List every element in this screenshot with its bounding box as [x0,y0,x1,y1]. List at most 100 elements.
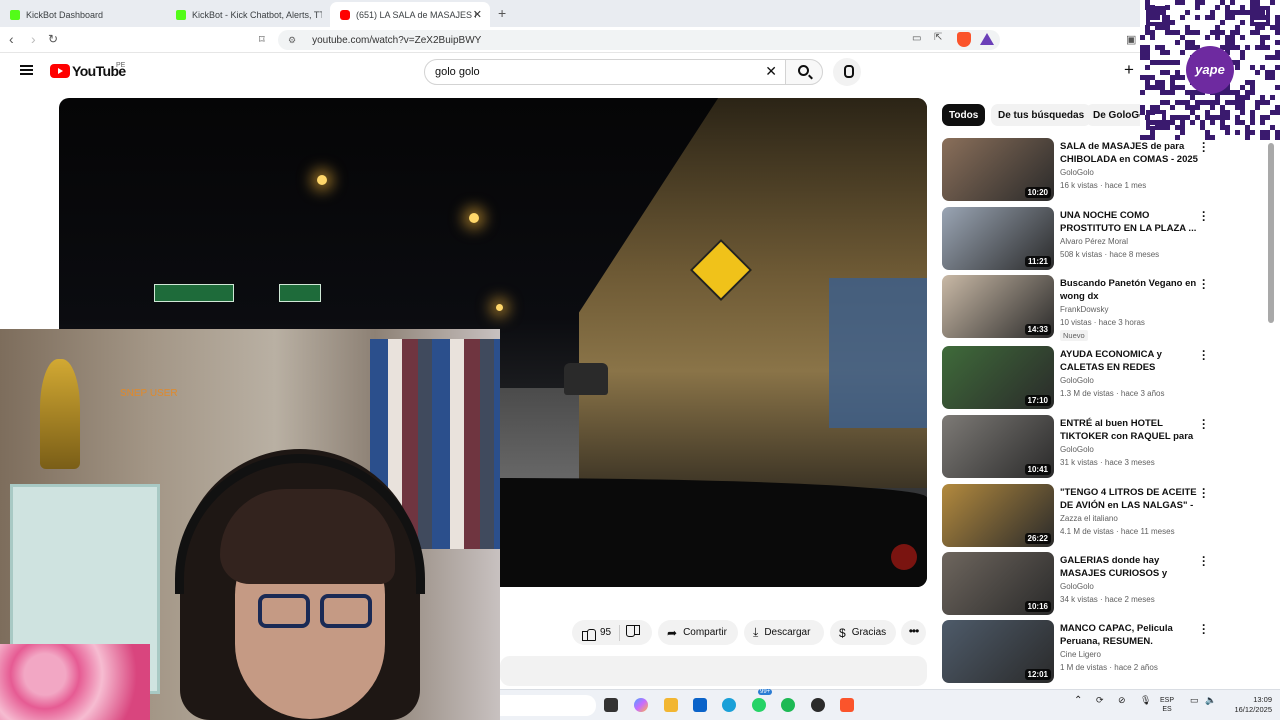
copilot-icon[interactable] [634,698,648,712]
qr-module [1210,10,1215,15]
video-title[interactable]: AYUDA ECONOMICA y CALETAS EN REDES SOCIA… [1060,348,1198,374]
video-thumbnail[interactable]: 11:21 [942,207,1054,270]
qr-module [1180,100,1185,105]
create-icon[interactable]: + [1124,60,1134,80]
recommendation-item[interactable]: 10:16 GALERIAS donde hay MASAJES CURIOSOS… [942,551,1267,616]
site-info-icon[interactable]: ⚙ [288,35,296,46]
video-title[interactable]: UNA NOCHE COMO PROSTITUTO EN LA PLAZA ..… [1060,209,1198,235]
spotify-icon[interactable] [781,698,795,712]
channel-watermark-icon[interactable] [891,544,917,570]
video-title[interactable]: GALERIAS donde hay MASAJES CURIOSOS y AL… [1060,554,1198,580]
video-title[interactable]: ENTRÉ al buen HOTEL TIKTOKER con RAQUEL … [1060,417,1198,443]
recommendation-item[interactable]: 14:33 Buscando Panetón Vegano en wong dx F… [942,274,1267,341]
microphone-tray-icon[interactable]: 🎙 [1140,696,1151,705]
video-thumbnail[interactable]: 14:33 [942,275,1054,338]
video-title[interactable]: SALA de MASAJES de para CHIBOLADA en COM… [1060,140,1198,166]
address-bar[interactable]: ⚙ youtube.com/watch?v=ZeX2BuipBWY ▭ ⇱ [278,30,1000,50]
tray-app-icon[interactable]: ⟳ [1096,696,1104,705]
network-icon[interactable]: ▭ [1190,696,1199,705]
recommendation-item[interactable]: 17:10 AYUDA ECONOMICA y CALETAS EN REDES … [942,345,1267,410]
video-thumbnail[interactable]: 10:20 [942,138,1054,201]
close-tab-icon[interactable]: ✕ [473,8,482,21]
share-button[interactable]: ➦ Compartir [658,620,738,645]
language-indicator[interactable]: ESP ES [1160,696,1174,714]
brave-shields-icon[interactable] [957,32,971,47]
more-options-icon[interactable]: · · · [1202,483,1206,503]
more-actions-icon[interactable]: ••• [901,620,926,645]
more-options-icon[interactable]: · · · [1202,551,1206,571]
whatsapp-icon[interactable] [752,698,766,712]
volume-icon[interactable]: 🔈 [1205,696,1216,705]
search-input[interactable]: golo golo ✕ [424,59,786,85]
tab-kickbot-dashboard[interactable]: KickBot Dashboard [0,2,166,27]
qr-module [1265,70,1270,75]
thanks-button[interactable]: $ Gracias [830,620,896,645]
brave-icon[interactable] [840,698,854,712]
qr-module [1220,110,1225,115]
video-thumbnail[interactable]: 10:16 [942,552,1054,615]
sidebar-toggle-icon[interactable]: ▣ [1126,33,1136,46]
download-button[interactable]: ⤓ Descargar [744,620,824,645]
search-button[interactable] [785,59,823,85]
recommendation-item[interactable]: 12:01 MANCO CAPAC, Pelicula Peruana, RESU… [942,619,1267,684]
obs-icon[interactable] [811,698,825,712]
brave-rewards-icon[interactable] [980,33,994,45]
youtube-logo[interactable]: YouTube [50,63,126,79]
channel-name[interactable]: GoloGolo [1060,582,1094,591]
like-icon[interactable] [582,627,596,641]
qr-module [1145,55,1150,60]
video-thumbnail[interactable]: 17:10 [942,346,1054,409]
video-thumbnail[interactable]: 26:22 [942,484,1054,547]
cast-icon[interactable]: ▭ [912,33,921,44]
channel-name[interactable]: GoloGolo [1060,168,1094,177]
chip-todos[interactable]: Todos [942,104,986,126]
voice-search-button[interactable] [833,58,861,86]
recommendation-item[interactable]: 11:21 UNA NOCHE COMO PROSTITUTO EN LA PLA… [942,206,1267,271]
more-options-icon[interactable]: · · · [1202,137,1206,157]
task-view-icon[interactable] [604,698,618,712]
tab-youtube-video[interactable]: (651) LA SALA de MASAJES MAS ✕ [330,2,490,27]
channel-name[interactable]: Alvaro Pérez Moral [1060,237,1128,246]
new-tab-icon[interactable]: + [498,5,506,21]
sidebar-scrollbar[interactable] [1268,143,1274,323]
qr-module [1245,125,1250,130]
menu-icon[interactable] [20,65,33,75]
more-options-icon[interactable]: · · · [1202,619,1206,639]
video-thumbnail[interactable]: 10:41 [942,415,1054,478]
more-options-icon[interactable]: · · · [1202,206,1206,226]
video-title[interactable]: "TENGO 4 LITROS DE ACEITE DE AVIÓN en LA… [1060,486,1198,512]
channel-name[interactable]: FrankDowsky [1060,305,1108,314]
taskbar-search[interactable] [500,695,596,716]
system-clock[interactable]: 13:09 16/12/2025 [1224,695,1272,715]
tray-app-icon[interactable]: ⊘ [1118,696,1126,705]
share-page-icon[interactable]: ⇱ [934,32,942,43]
video-title[interactable]: Buscando Panetón Vegano en wong dx [1060,277,1198,303]
back-icon[interactable]: ‹ [9,31,14,47]
tab-kickbot-chatbot[interactable]: KickBot - Kick Chatbot, Alerts, TTS, C [166,2,330,27]
channel-name[interactable]: GoloGolo [1060,445,1094,454]
reload-icon[interactable]: ↻ [48,32,58,46]
more-options-icon[interactable]: · · · [1202,274,1206,294]
recommendation-item[interactable]: 10:41 ENTRÉ al buen HOTEL TIKTOKER con RA… [942,414,1267,479]
like-count[interactable]: 95 [600,627,611,638]
chip-from-searches[interactable]: De tus búsquedas [991,104,1092,126]
edge-icon[interactable] [722,698,736,712]
more-options-icon[interactable]: · · · [1202,345,1206,365]
file-explorer-icon[interactable] [664,698,678,712]
video-thumbnail[interactable]: 12:01 [942,620,1054,683]
recommendation-item[interactable]: 10:20 SALA de MASAJES de para CHIBOLADA e… [942,137,1267,202]
video-title[interactable]: MANCO CAPAC, Pelicula Peruana, RESUMEN. [1060,622,1198,648]
qr-module [1240,110,1245,115]
channel-name[interactable]: Zazza el italiano [1060,514,1118,523]
channel-name[interactable]: GoloGolo [1060,376,1094,385]
forward-icon[interactable]: › [31,31,36,47]
bookmark-icon[interactable]: ⌑ [259,33,265,46]
clear-search-icon[interactable]: ✕ [765,63,777,80]
dislike-icon[interactable] [628,627,640,639]
tray-overflow-icon[interactable]: ⌃ [1074,696,1082,706]
store-icon[interactable] [693,698,707,712]
description-box[interactable] [500,656,927,686]
recommendation-item[interactable]: 26:22 "TENGO 4 LITROS DE ACEITE DE AVIÓN … [942,483,1267,548]
more-options-icon[interactable]: · · · [1202,414,1206,434]
channel-name[interactable]: Cine Ligero [1060,650,1101,659]
